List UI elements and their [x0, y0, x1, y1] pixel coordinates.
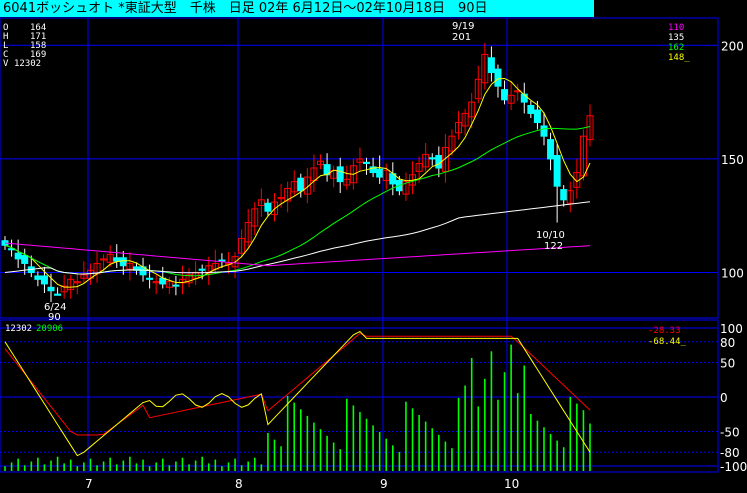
osc-fast-line [4, 330, 591, 457]
ma-xlong-line [4, 242, 591, 267]
candle-body [47, 286, 55, 292]
candle-body [527, 105, 535, 114]
y-axis-labels: 10015020010080500-50-80-100 [720, 39, 747, 474]
candle-body [198, 268, 206, 271]
candle-body [428, 157, 436, 160]
candle-body [14, 252, 22, 260]
high-value-label: 201 [452, 32, 471, 43]
candle-body [146, 277, 154, 280]
ma-value-c: 162 [668, 43, 684, 53]
candle-body [494, 68, 502, 87]
ohlc-readout: O 164 H 171 L 158 C 169 V 12302 [3, 23, 46, 69]
ma-readout: 110 135 162 148_ [668, 23, 690, 63]
month-tick-label: 10 [504, 477, 519, 491]
high-date-label: 9/19 [452, 21, 474, 32]
month-tick-label: 8 [235, 477, 243, 491]
x-axis-labels: 7 8 9 10 [85, 477, 519, 491]
candle-body [297, 177, 305, 192]
candle-body [218, 259, 226, 262]
osc-tick-label: -50 [720, 426, 740, 440]
osc-tick-label: -100 [720, 460, 747, 474]
candle-body [21, 255, 29, 264]
month-tick-label: 9 [380, 477, 388, 491]
osc-value-a: -28.33 [648, 326, 681, 336]
price-tick-label: 100 [721, 267, 744, 281]
ma-value-b: 135 [668, 33, 684, 43]
candle-body [501, 89, 509, 101]
ma-value-a: 110 [668, 23, 684, 33]
stock-chart: O 164 H 171 L 158 C 169 V 12302 110 135 … [0, 17, 747, 491]
osc-panel-frame [0, 319, 719, 473]
candle-body [113, 257, 121, 262]
candle-body [336, 166, 344, 183]
candle-body [553, 155, 561, 187]
ma-long-line [4, 201, 591, 275]
candle-body [376, 168, 384, 178]
chart-series [1, 43, 594, 471]
candle-body [363, 161, 371, 164]
osc-tick-label: 100 [720, 322, 743, 336]
osc-tick-label: 50 [720, 357, 735, 371]
ohlc-v-value: 12302 [14, 59, 41, 69]
candle-body [540, 125, 548, 137]
candle-body [560, 189, 568, 201]
ohlc-v-label: V [3, 59, 9, 69]
volume-right-label: 20906 [36, 324, 63, 334]
osc-tick-label: 80 [720, 336, 735, 350]
candle-body [172, 284, 180, 287]
candle-body [34, 275, 42, 280]
candle-body [54, 293, 62, 296]
candle-body [533, 109, 541, 124]
chart-grid [0, 17, 719, 473]
osc-value-b: -68.44_ [648, 337, 687, 347]
candle-body [119, 257, 127, 267]
candle-body [40, 275, 48, 285]
low2-value-label: 122 [544, 241, 563, 252]
ma-value-d: 148_ [668, 53, 690, 63]
osc-tick-label: -80 [720, 446, 740, 460]
candle-body [264, 202, 272, 212]
osc-slow-line [4, 332, 591, 436]
osc-tick-label: 0 [720, 391, 728, 405]
volume-left-label: 12302 [5, 324, 32, 334]
candle-body [487, 57, 495, 74]
candle-body [547, 139, 555, 160]
price-tick-label: 200 [721, 39, 744, 53]
low1-value-label: 90 [48, 312, 61, 323]
low2-date-label: 10/10 [536, 230, 565, 241]
price-tick-label: 150 [721, 153, 744, 167]
price-annotations: 9/19 201 6/24 90 10/10 122 [44, 21, 565, 323]
month-tick-label: 7 [85, 477, 93, 491]
ma-mid-line [4, 125, 591, 277]
